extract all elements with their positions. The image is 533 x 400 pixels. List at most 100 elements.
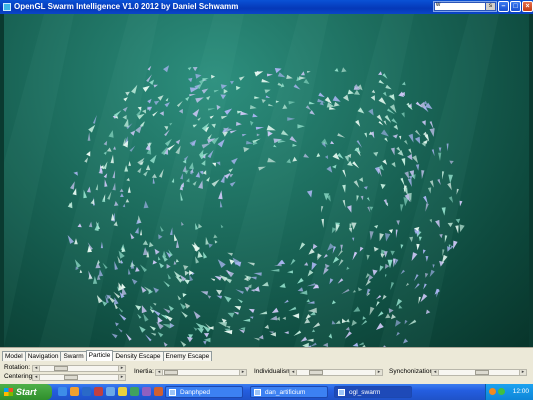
swarm-particle <box>228 168 234 173</box>
scroll-right-icon[interactable]: ▸ <box>118 366 125 371</box>
title-bar[interactable]: OpenGL Swarm Intelligence V1.0 2012 by D… <box>0 0 533 14</box>
task-danphped[interactable]: Danphped <box>165 386 243 398</box>
explorer-icon[interactable] <box>70 387 79 396</box>
swarm-particle <box>236 85 241 91</box>
centering-slider[interactable]: ◂ ▸ <box>32 374 126 381</box>
swarm-particle <box>290 258 296 266</box>
swarm-particle <box>373 246 379 252</box>
swarm-particle <box>279 283 286 288</box>
task-dan-artificium[interactable]: dan_artificium <box>250 386 328 398</box>
quicklaunch-app-icon[interactable] <box>142 387 151 396</box>
swarm-particle <box>297 287 304 292</box>
show-desktop-icon[interactable] <box>58 387 67 396</box>
swarm-particle <box>214 240 218 244</box>
swarm-particle <box>306 190 313 198</box>
tab-model[interactable]: Model <box>2 351 26 361</box>
swarm-particle <box>329 106 336 110</box>
task-ogl-swarm[interactable]: ogl_swarm <box>334 386 412 398</box>
quicklaunch-app-icon[interactable] <box>118 387 127 396</box>
swarm-particle <box>401 81 406 86</box>
swarm-viewport[interactable] <box>4 14 529 347</box>
swarm-particle <box>246 140 254 145</box>
tab-navigation[interactable]: Navigation <box>24 351 62 361</box>
scroll-right-icon[interactable]: ▸ <box>239 370 246 375</box>
app-icon <box>338 389 345 396</box>
swarm-particle <box>271 307 279 313</box>
slider-thumb[interactable] <box>53 366 68 371</box>
swarm-particle <box>255 126 265 130</box>
slider-thumb[interactable] <box>163 370 178 375</box>
app-icon <box>169 389 176 396</box>
synchronization-label: Synchonization: <box>389 368 435 375</box>
swarm-particle <box>198 223 203 229</box>
scroll-right-icon[interactable]: ▸ <box>519 370 526 375</box>
swarm-particle <box>385 233 391 242</box>
swarm-particle <box>151 173 157 178</box>
scroll-right-icon[interactable]: ▸ <box>375 370 382 375</box>
close-button[interactable]: × <box>522 1 533 12</box>
tab-particle[interactable]: Particle <box>85 350 114 361</box>
swarm-particle <box>372 269 378 276</box>
scroll-left-icon[interactable]: ◂ <box>432 370 439 375</box>
scroll-left-icon[interactable]: ◂ <box>290 370 297 375</box>
scroll-right-icon[interactable]: ▸ <box>118 375 125 380</box>
tray-network-icon[interactable] <box>498 388 505 395</box>
swarm-particle <box>84 157 89 163</box>
browser-icon[interactable] <box>82 387 91 396</box>
quicklaunch-app-icon[interactable] <box>94 387 103 396</box>
windows-logo-icon <box>4 388 13 396</box>
maximize-button[interactable]: □ <box>510 1 521 12</box>
quicklaunch-app-icon[interactable] <box>130 387 139 396</box>
swarm-particle <box>415 129 421 137</box>
swarm-particle <box>396 220 400 226</box>
swarm-particle <box>318 92 325 98</box>
swarm-particle <box>205 236 209 245</box>
swarm-particle <box>143 200 149 209</box>
swarm-particle <box>282 316 286 320</box>
scroll-left-icon[interactable]: ◂ <box>156 370 163 375</box>
scroll-left-icon[interactable]: ◂ <box>33 366 40 371</box>
swarm-particle <box>213 234 218 239</box>
swarm-particle <box>407 153 413 161</box>
app-icon <box>254 389 261 396</box>
centering-label: Centering: <box>4 373 34 380</box>
rotation-slider[interactable]: ◂ ▸ <box>32 365 126 372</box>
swarm-particle <box>250 120 254 126</box>
swarm-particle <box>87 132 91 141</box>
minimize-button[interactable]: – <box>498 1 509 12</box>
swarm-particle <box>178 108 183 114</box>
individualism-slider[interactable]: ◂ ▸ <box>289 369 383 376</box>
mini-button[interactable]: s <box>486 3 495 10</box>
start-button[interactable]: Start <box>0 384 52 400</box>
swarm-particle <box>377 311 384 317</box>
swarm-particle <box>404 171 410 180</box>
swarm-particle <box>284 331 289 334</box>
swarm-particle <box>140 229 142 236</box>
mini-input[interactable]: w <box>435 2 485 10</box>
tab-density-escape[interactable]: Density Escape <box>112 351 164 361</box>
overlapping-mini-window[interactable]: w s <box>433 1 497 12</box>
synchronization-slider[interactable]: ◂ ▸ <box>431 369 527 376</box>
swarm-particle <box>218 190 223 200</box>
swarm-particle <box>125 198 130 203</box>
slider-thumb[interactable] <box>308 370 323 375</box>
tab-enemy-escape[interactable]: Enemy Escape <box>162 351 213 361</box>
tray-app-icon[interactable] <box>489 388 496 395</box>
swarm-particle <box>203 251 208 259</box>
slider-thumb[interactable] <box>64 375 79 380</box>
swarm-particle <box>130 233 135 240</box>
tab-swarm[interactable]: Swarm <box>60 351 87 361</box>
swarm-particle <box>292 313 300 319</box>
slider-thumb[interactable] <box>475 370 490 375</box>
quicklaunch-app-icon[interactable] <box>154 387 163 396</box>
swarm-particle <box>379 265 384 272</box>
swarm-particle <box>326 166 333 173</box>
scroll-left-icon[interactable]: ◂ <box>33 375 40 380</box>
swarm-particle <box>224 172 231 179</box>
inertia-slider[interactable]: ◂ ▸ <box>155 369 247 376</box>
quicklaunch-app-icon[interactable] <box>106 387 115 396</box>
swarm-particle <box>118 328 123 333</box>
swarm-particle <box>398 135 402 140</box>
swarm-particle <box>390 282 395 290</box>
swarm-particle <box>408 148 412 155</box>
